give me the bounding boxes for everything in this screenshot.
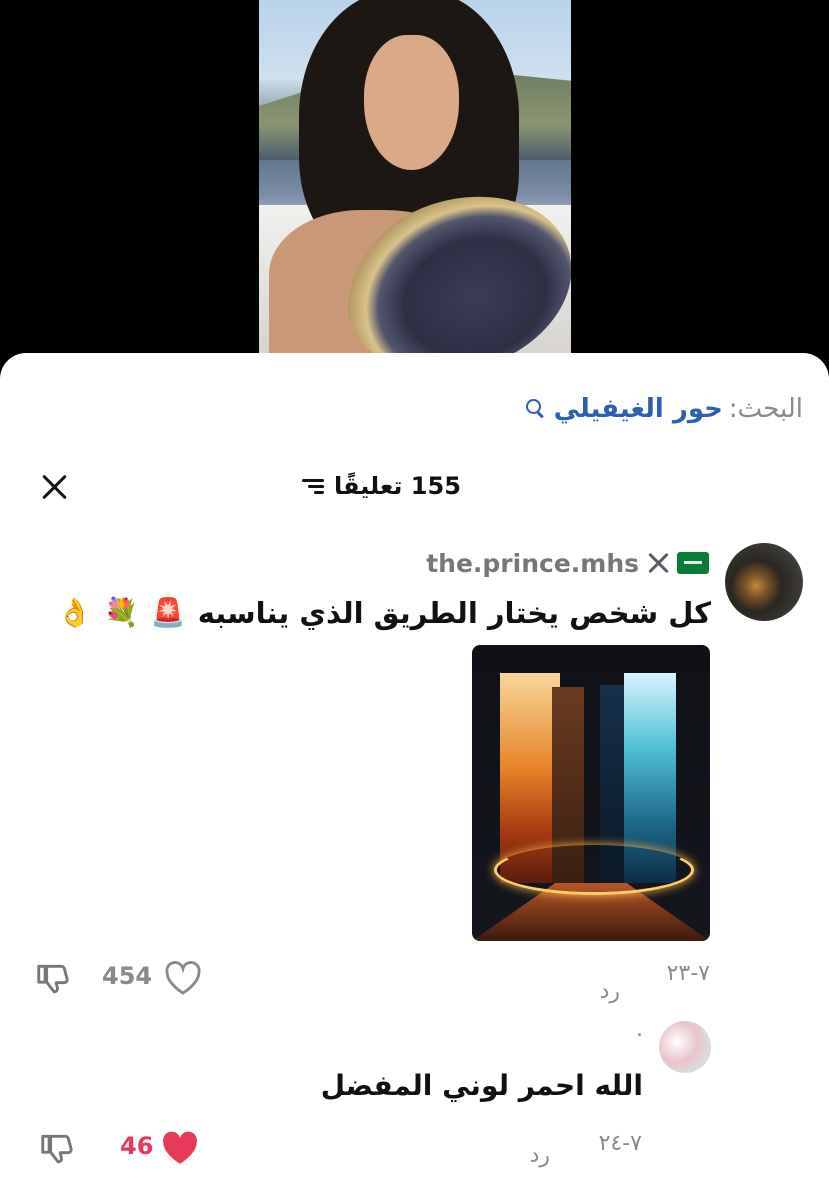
comment-meta: ٧-٢٤ رد: [520, 1131, 660, 1171]
reply-button[interactable]: رد: [530, 1143, 550, 1168]
avatar[interactable]: [725, 543, 803, 621]
comment-author[interactable]: the.prince.mhs: [426, 543, 709, 583]
comment-count[interactable]: 155 تعليقًا: [300, 463, 461, 509]
dislike-icon[interactable]: [38, 1130, 76, 1168]
video-frame[interactable]: [259, 0, 571, 355]
saudi-flag-icon: [677, 552, 709, 574]
comment-date: ٧-٢٤: [598, 1131, 642, 1156]
comment-meta: ٧-٢٣ رد: [580, 961, 720, 1004]
comment-actions: 46: [34, 1128, 214, 1170]
emoji-ok-hand-icon: 👌: [57, 596, 92, 629]
search-term-link[interactable]: حور الغيفيلي: [554, 394, 723, 424]
comment-attached-image[interactable]: [472, 645, 710, 941]
crossed-swords-icon: [645, 550, 671, 576]
reply-button[interactable]: رد: [600, 979, 620, 1004]
search-icon: [524, 398, 546, 420]
video-background: [0, 0, 829, 380]
search-suggestion[interactable]: البحث: حور الغيفيلي: [524, 389, 803, 429]
search-label: البحث:: [728, 394, 803, 424]
dislike-icon[interactable]: [34, 960, 72, 998]
close-icon[interactable]: [38, 471, 70, 503]
comment-actions: 454: [30, 958, 210, 1000]
comment-text: كل شخص يختار الطريق الذي يناسبه 🚨 💐 👌: [21, 589, 711, 637]
username[interactable]: the.prince.mhs: [426, 549, 639, 578]
comment-date: ٧-٢٣: [666, 961, 710, 986]
like-count: 454: [102, 962, 153, 990]
image-glow-swirl: [494, 845, 694, 895]
comments-header: 155 تعليقًا: [0, 463, 829, 509]
video-person-face: [364, 35, 459, 170]
avatar[interactable]: [659, 1021, 711, 1073]
comment-body: الله احمر لوني المفضل: [320, 1069, 643, 1102]
comments-sheet: البحث: حور الغيفيلي 155 تعليقًا the.prin…: [0, 353, 829, 1200]
username[interactable]: .: [636, 1017, 643, 1042]
partial-next-comment: ـ ـ ـ ـ ـ ـ: [470, 1185, 537, 1200]
heart-outline-icon[interactable]: [164, 960, 202, 996]
comment-body: كل شخص يختار الطريق الذي يناسبه: [197, 596, 711, 630]
emoji-bouquet-icon: 💐: [103, 596, 139, 629]
heart-filled-icon[interactable]: [160, 1129, 200, 1167]
emoji-siren-icon: 🚨: [150, 596, 186, 629]
filter-icon[interactable]: [300, 476, 324, 496]
like-count: 46: [120, 1132, 154, 1160]
comment-count-label: 155 تعليقًا: [334, 472, 461, 500]
